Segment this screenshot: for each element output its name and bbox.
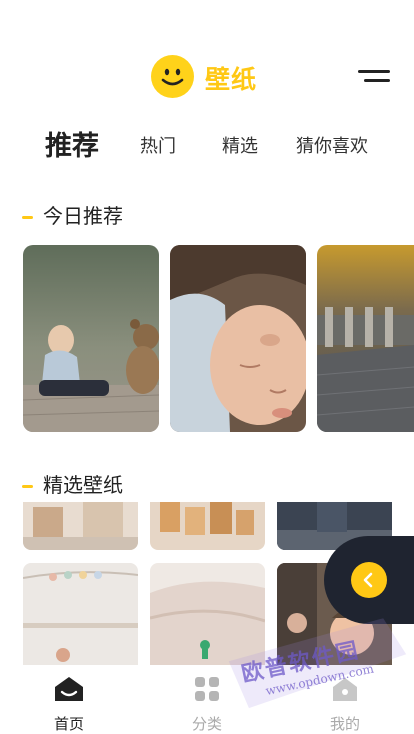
wallpaper-tile[interactable] (23, 563, 138, 665)
nav-label-category: 分类 (191, 715, 222, 733)
app-header: 壁纸 (0, 0, 414, 110)
floating-panel (324, 536, 414, 624)
section-marker (22, 485, 33, 488)
section-today-label: 今日推荐 (43, 204, 123, 228)
chevron-left-icon (363, 572, 373, 588)
wallpaper-tile[interactable] (150, 502, 265, 550)
section-featured-label: 精选壁纸 (43, 473, 123, 497)
today-card-child-with-teddy[interactable] (23, 245, 159, 432)
home-icon (55, 677, 83, 701)
section-featured-title: 精选壁纸 (22, 469, 123, 498)
section-today-title: 今日推荐 (22, 200, 123, 229)
nav-label-mine: 我的 (329, 715, 360, 733)
today-card-boardwalk[interactable] (317, 245, 414, 432)
today-card-sleeping-baby[interactable] (170, 245, 306, 432)
section-marker (22, 216, 33, 219)
tab-guess-you-like[interactable]: 猜你喜欢 (296, 125, 368, 169)
category-tabs: 推荐 热门 精选 猜你喜欢 (0, 125, 414, 169)
logo-text: 壁纸 (205, 65, 258, 94)
menu-icon[interactable] (358, 67, 394, 87)
nav-label-home: 首页 (53, 715, 84, 733)
tab-featured[interactable]: 精选 (222, 125, 258, 169)
tab-recommend[interactable]: 推荐 (45, 125, 99, 169)
nav-item-home[interactable]: 首页 (29, 675, 109, 733)
tab-hot[interactable]: 热门 (140, 125, 176, 169)
collapse-button[interactable] (351, 562, 387, 598)
logo-smiley-icon (151, 55, 194, 98)
wallpaper-tile[interactable] (23, 502, 138, 550)
